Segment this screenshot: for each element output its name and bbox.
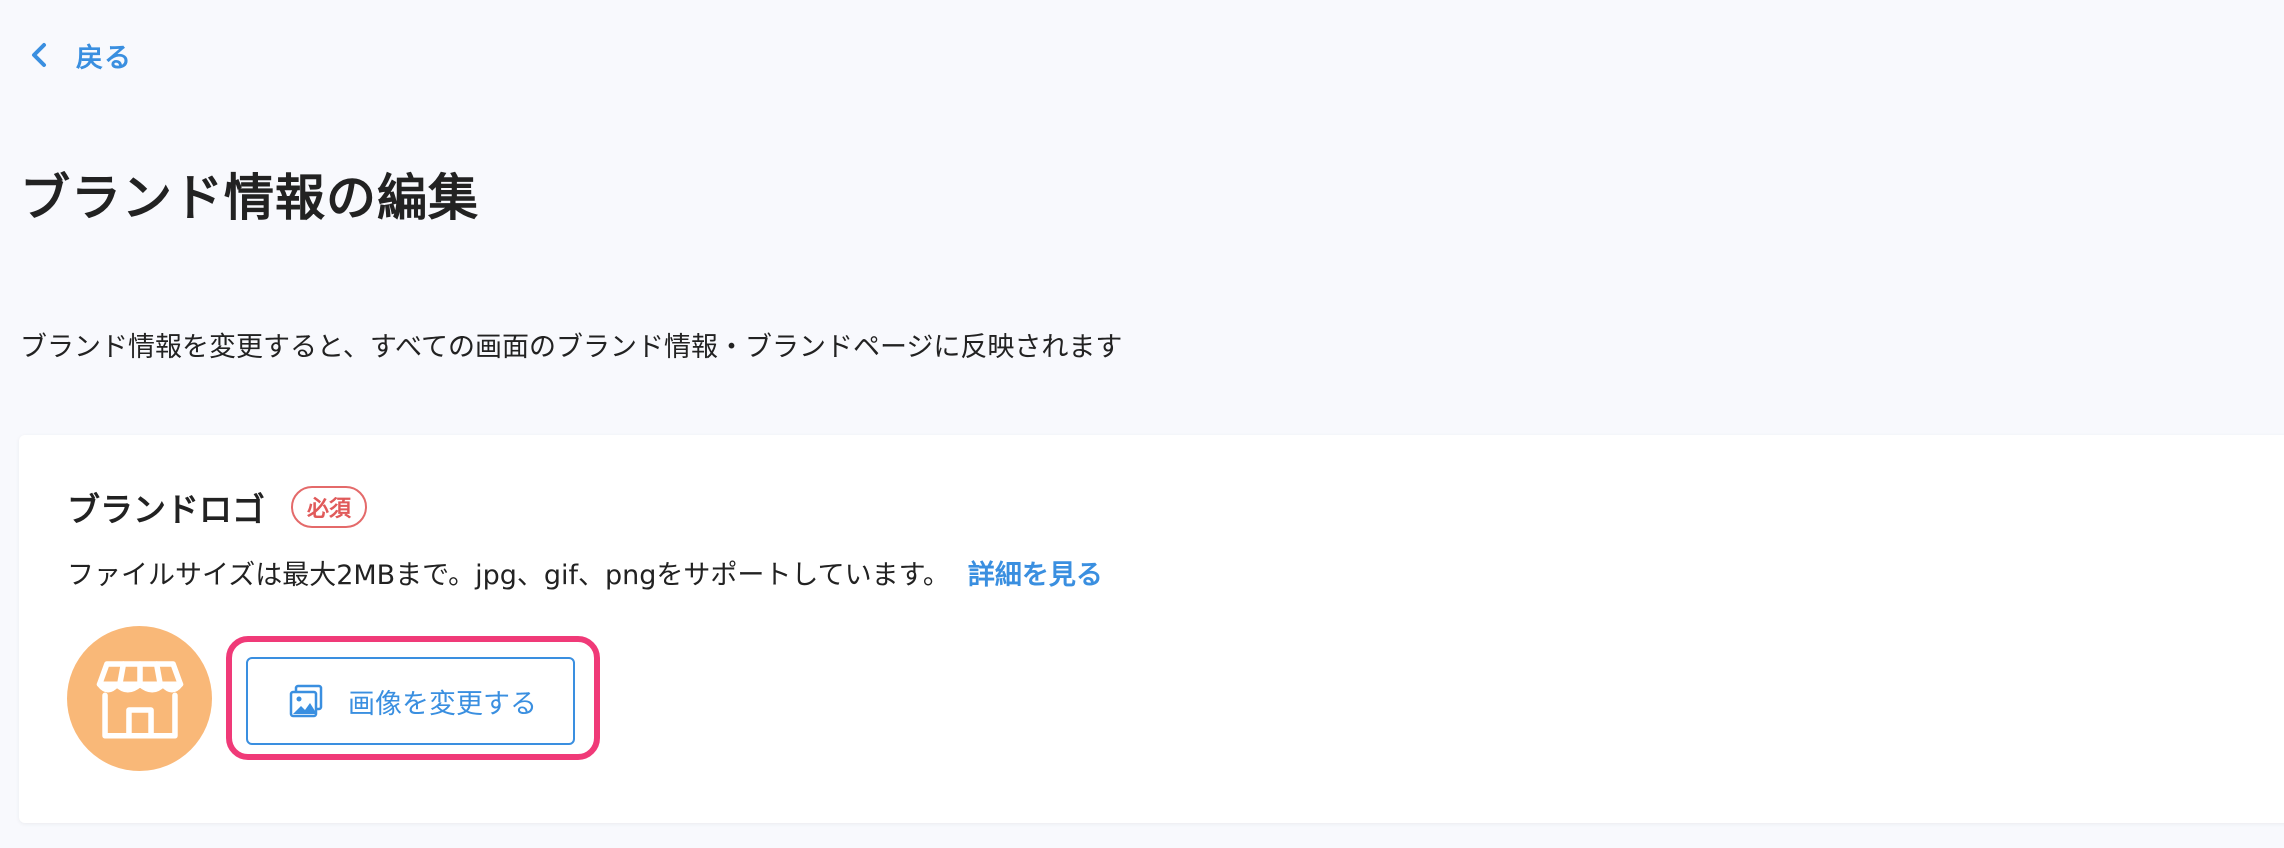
required-badge: 必須: [291, 486, 368, 528]
back-label: 戻る: [76, 42, 132, 74]
help-row: ファイルサイズは最大2MBまで。jpg、gif、pngをサポートしています。 詳…: [67, 553, 1103, 592]
brand-logo-avatar: [67, 626, 212, 771]
details-link[interactable]: 詳細を見る: [968, 553, 1103, 592]
change-image-label: 画像を変更する: [348, 688, 537, 719]
file-requirements-text: ファイルサイズは最大2MBまで。jpg、gif、pngをサポートしています。: [67, 560, 950, 591]
store-icon: [96, 660, 183, 739]
page-title: ブランド情報の編集: [20, 169, 479, 227]
chevron-left-icon: [32, 43, 46, 67]
change-image-button[interactable]: 画像を変更する: [246, 657, 575, 745]
brand-logo-card: ブランドロゴ 必須 ファイルサイズは最大2MBまで。jpg、gif、pngをサポ…: [19, 435, 2284, 823]
image-icon: [289, 684, 323, 718]
back-link[interactable]: 戻る: [28, 32, 132, 78]
field-label-brand-logo: ブランドロゴ: [67, 490, 265, 529]
field-label-row: ブランドロゴ 必須: [67, 483, 368, 531]
page-description: ブランド情報を変更すると、すべての画面のブランド情報・ブランドページに反映されま…: [20, 332, 1123, 363]
